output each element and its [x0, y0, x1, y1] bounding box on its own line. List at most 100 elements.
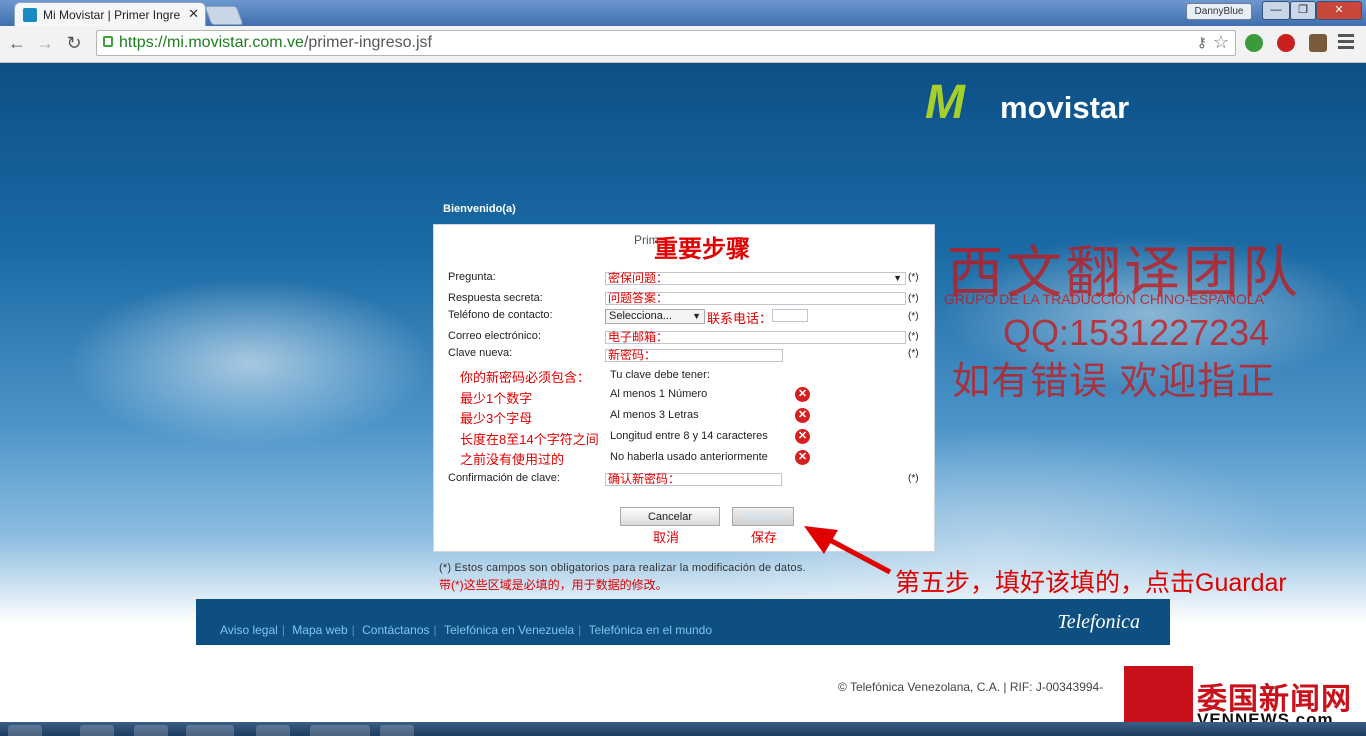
- watermark-en: VENNEWS.com: [1197, 710, 1334, 722]
- cancel-note: 取消: [653, 530, 680, 545]
- tab-close-icon[interactable]: ✕: [188, 6, 199, 22]
- menu-icon[interactable]: [1338, 34, 1354, 52]
- os-taskbar: [0, 722, 1366, 736]
- address-bar[interactable]: https://mi.movistar.com.ve/primer-ingres…: [96, 30, 1236, 56]
- page-content: M movistar Bienvenido(a) Prim 重要步骤 Pregu…: [0, 63, 1366, 722]
- movistar-logo: M movistar: [925, 75, 1129, 130]
- question-select[interactable]: 密保问题： ▼: [605, 272, 906, 285]
- confirm-password-label: Confirmación de clave:: [448, 472, 560, 484]
- required-footnote: (*) Estos campos son obligatorios para r…: [439, 562, 806, 574]
- footer-link[interactable]: Contáctanos: [358, 623, 433, 637]
- footer-link[interactable]: Aviso legal: [216, 623, 282, 637]
- required-mark: (*): [908, 272, 919, 283]
- new-tab-button[interactable]: [204, 6, 244, 25]
- chevron-down-icon: ▼: [692, 311, 701, 321]
- telefonica-logo: Telefonica: [1057, 611, 1140, 633]
- rule-cn: 之前没有使用过的: [460, 452, 565, 467]
- rule-es: Al menos 1 Número: [610, 388, 708, 400]
- first-login-form: Prim 重要步骤 Pregunta: 密保问题： ▼ (*) Respuest…: [433, 224, 935, 552]
- footer-link[interactable]: Telefónica en el mundo: [585, 623, 716, 637]
- phone-note: 联系电话：: [707, 311, 773, 326]
- save-note: 保存: [751, 530, 778, 545]
- translation-team-qq: QQ:1531227234: [1003, 312, 1270, 353]
- lock-icon: [103, 36, 113, 47]
- back-icon[interactable]: ←: [6, 33, 28, 54]
- browser-tab[interactable]: Mi Movistar | Primer Ingre ✕: [14, 2, 206, 26]
- tab-title: Mi Movistar | Primer Ingre: [43, 8, 181, 22]
- required-footnote-cn: 带(*)这些区域是必填的，用于数据的修改。: [439, 578, 668, 592]
- movistar-m-icon: M: [925, 76, 965, 129]
- taskbar-item[interactable]: [134, 725, 168, 736]
- movistar-favicon-icon: [23, 8, 37, 22]
- bookmark-star-icon[interactable]: ☆: [1213, 32, 1229, 53]
- address-url[interactable]: https://mi.movistar.com.ve/primer-ingres…: [119, 34, 432, 52]
- browser-titlebar: Mi Movistar | Primer Ingre ✕ DannyBlue —…: [0, 0, 1366, 26]
- new-password-field[interactable]: 新密码：: [605, 349, 783, 362]
- extension-green-icon[interactable]: [1245, 34, 1263, 52]
- confirm-password-field[interactable]: 确认新密码：: [605, 473, 782, 486]
- site-footer: Aviso legal | Mapa web | Contáctanos | Tele…: [196, 599, 1170, 645]
- answer-label: Respuesta secreta:: [448, 292, 543, 304]
- rules-heading-es: Tu clave debe tener:: [610, 369, 710, 381]
- logo-wordmark: movistar: [1000, 90, 1130, 125]
- required-mark: (*): [908, 293, 919, 304]
- rule-fail-icon: ✕: [795, 450, 810, 465]
- key-icon[interactable]: ⚷: [1197, 34, 1207, 51]
- important-step-note: 重要步骤: [654, 236, 750, 263]
- footer-links: Aviso legal | Mapa web | Contáctanos | Tele…: [216, 623, 716, 637]
- url-domain: https://mi.movistar.com.ve: [119, 34, 304, 51]
- phone-select-value: Selecciona...: [609, 310, 672, 322]
- reload-icon[interactable]: ↻: [63, 33, 85, 54]
- new-password-label: Clave nueva:: [448, 347, 513, 359]
- rule-es: Longitud entre 8 y 14 caracteres: [610, 430, 768, 442]
- profile-user-badge[interactable]: DannyBlue: [1186, 3, 1252, 20]
- taskbar-item[interactable]: [80, 725, 114, 736]
- phone-label: Teléfono de contacto:: [448, 309, 553, 321]
- taskbar-item[interactable]: [310, 725, 370, 736]
- question-label: Pregunta:: [448, 271, 496, 283]
- rules-heading-cn: 你的新密码必须包含：: [460, 370, 591, 385]
- answer-field[interactable]: 问题答案：: [605, 292, 906, 305]
- required-mark: (*): [908, 331, 919, 342]
- rule-fail-icon: ✕: [795, 408, 810, 423]
- save-button[interactable]: Guardar: [732, 507, 794, 526]
- footer-link[interactable]: Mapa web: [288, 623, 351, 637]
- rule-cn: 最少1个数字: [460, 391, 533, 406]
- footer-link[interactable]: Telefónica en Venezuela: [440, 623, 578, 637]
- close-window-button[interactable]: ✕: [1316, 1, 1362, 20]
- extension-stop-icon[interactable]: [1277, 34, 1295, 52]
- forward-icon[interactable]: →: [34, 33, 56, 54]
- rule-fail-icon: ✕: [795, 429, 810, 444]
- url-path: /primer-ingreso.jsf: [303, 34, 432, 51]
- extension-brown-icon[interactable]: [1309, 34, 1327, 52]
- arrow-icon: [804, 526, 892, 575]
- vennews-watermark: 委国新闻网 VENNEWS.com: [1124, 666, 1366, 722]
- phone-number-field[interactable]: [772, 309, 808, 322]
- email-label: Correo electrónico:: [448, 330, 541, 342]
- required-mark: (*): [908, 348, 919, 359]
- chevron-down-icon: ▼: [893, 273, 902, 283]
- email-field[interactable]: 电子邮箱：: [605, 331, 906, 344]
- rule-es: Al menos 3 Letras: [610, 409, 699, 421]
- maximize-button[interactable]: ❐: [1290, 1, 1316, 20]
- copyright-text: © Telefónica Venezolana, C.A. | RIF: J-0…: [838, 680, 1104, 694]
- rule-cn: 最少3个字母: [460, 411, 533, 426]
- translation-team-note: 如有错误 欢迎指正: [952, 361, 1276, 403]
- rule-cn: 长度在8至14个字符之间: [460, 432, 599, 447]
- required-mark: (*): [908, 311, 919, 322]
- taskbar-item[interactable]: [186, 725, 234, 736]
- rule-fail-icon: ✕: [795, 387, 810, 402]
- minimize-button[interactable]: —: [1262, 1, 1290, 20]
- phone-prefix-select[interactable]: Selecciona... ▼: [605, 309, 705, 324]
- taskbar-item[interactable]: [380, 725, 414, 736]
- required-mark: (*): [908, 473, 919, 484]
- welcome-text: Bienvenido(a): [443, 203, 516, 215]
- step-five-note: 第五步，填好该填的，点击Guardar: [895, 569, 1287, 597]
- translation-team-subtitle: GRUPO DE LA TRADUCCIÓN CHINO-ESPAÑOLA: [944, 291, 1264, 307]
- taskbar-item[interactable]: [256, 725, 290, 736]
- browser-toolbar: ← → ↻ https://mi.movistar.com.ve/primer-…: [0, 26, 1366, 63]
- venezuela-map-icon: [1124, 666, 1193, 722]
- cancel-button[interactable]: Cancelar: [620, 507, 720, 526]
- question-value: 密保问题：: [608, 271, 669, 285]
- taskbar-item[interactable]: [8, 725, 42, 736]
